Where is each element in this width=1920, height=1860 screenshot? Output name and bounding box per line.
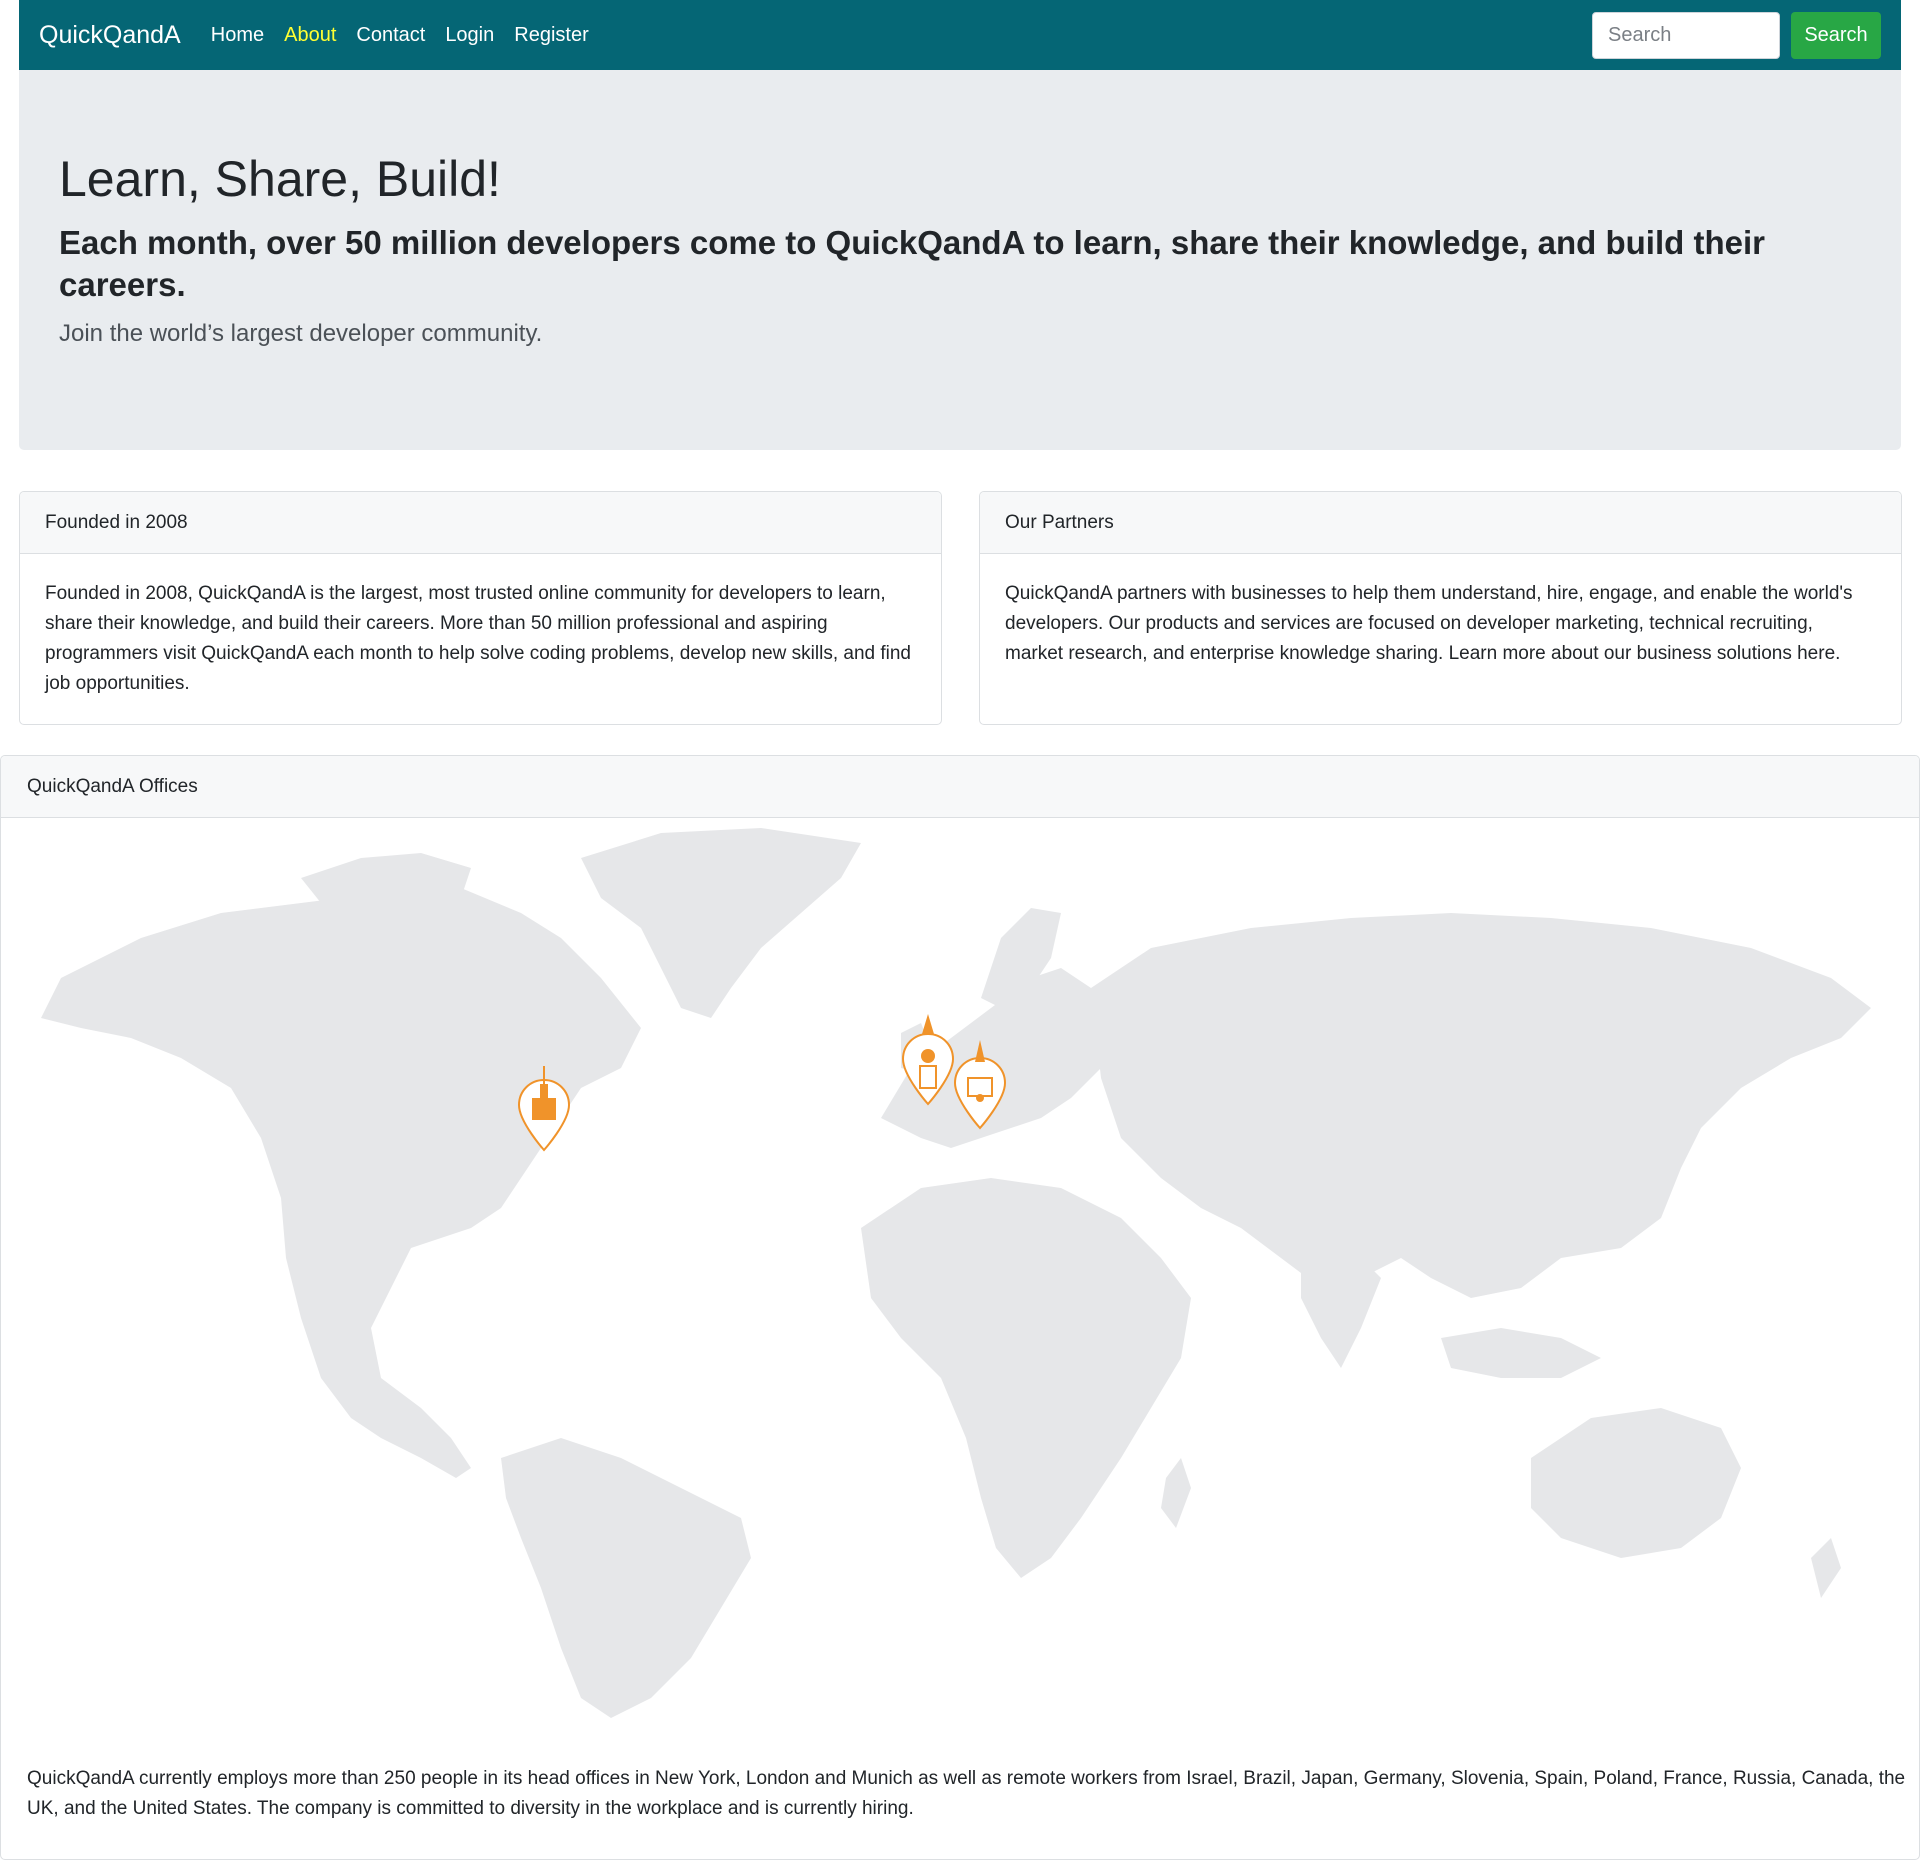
founded-card: Founded in 2008 Founded in 2008, QuickQa… [19, 491, 942, 725]
nav-link-register[interactable]: Register [514, 24, 588, 47]
search-form: Search [1592, 11, 1881, 59]
nav-link-contact[interactable]: Contact [356, 24, 425, 47]
world-map [1, 818, 1919, 1718]
navbar: QuickQandA Home About Contact Login Regi… [19, 0, 1901, 70]
offices-card: QuickQandA Offices QuickQandA currently … [0, 755, 1920, 1860]
nav-link-home[interactable]: Home [211, 24, 264, 47]
nav-link-login[interactable]: Login [445, 24, 494, 47]
brand-logo[interactable]: QuickQandA [39, 21, 181, 50]
offices-card-body: QuickQandA currently employs more than 2… [27, 1768, 1906, 1819]
partners-card-header: Our Partners [980, 492, 1901, 554]
partners-card: Our Partners QuickQandA partners with bu… [979, 491, 1902, 725]
offices-card-header: QuickQandA Offices [1, 756, 1919, 818]
founded-card-body: Founded in 2008, QuickQandA is the large… [45, 583, 911, 694]
southeast-asia-shape [1441, 1328, 1601, 1378]
page: QuickQandA Home About Contact Login Regi… [0, 0, 1920, 1860]
world-map-svg [41, 828, 1871, 1718]
hero-subtitle: Each month, over 50 million developers c… [59, 224, 1765, 304]
search-input[interactable] [1592, 11, 1780, 59]
new-zealand-shape [1811, 1538, 1841, 1598]
india-shape [1301, 1248, 1381, 1368]
founded-card-header: Founded in 2008 [20, 492, 941, 554]
nav-link-about[interactable]: About [284, 24, 336, 47]
land-masses [41, 828, 1871, 1718]
hero-jumbotron: Learn, Share, Build! Each month, over 50… [19, 70, 1901, 450]
asia-shape [1091, 913, 1871, 1298]
africa-shape [861, 1178, 1191, 1578]
hero-lead: Join the world’s largest developer commu… [59, 320, 543, 348]
greenland-shape [581, 828, 861, 1018]
partners-card-body: QuickQandA partners with businesses to h… [1005, 583, 1853, 664]
madagascar-shape [1161, 1458, 1191, 1528]
south-america-shape [501, 1438, 751, 1718]
search-button[interactable]: Search [1791, 11, 1881, 59]
north-america-shape [41, 888, 641, 1478]
hero-title: Learn, Share, Build! [59, 151, 501, 207]
australia-shape [1531, 1408, 1741, 1558]
